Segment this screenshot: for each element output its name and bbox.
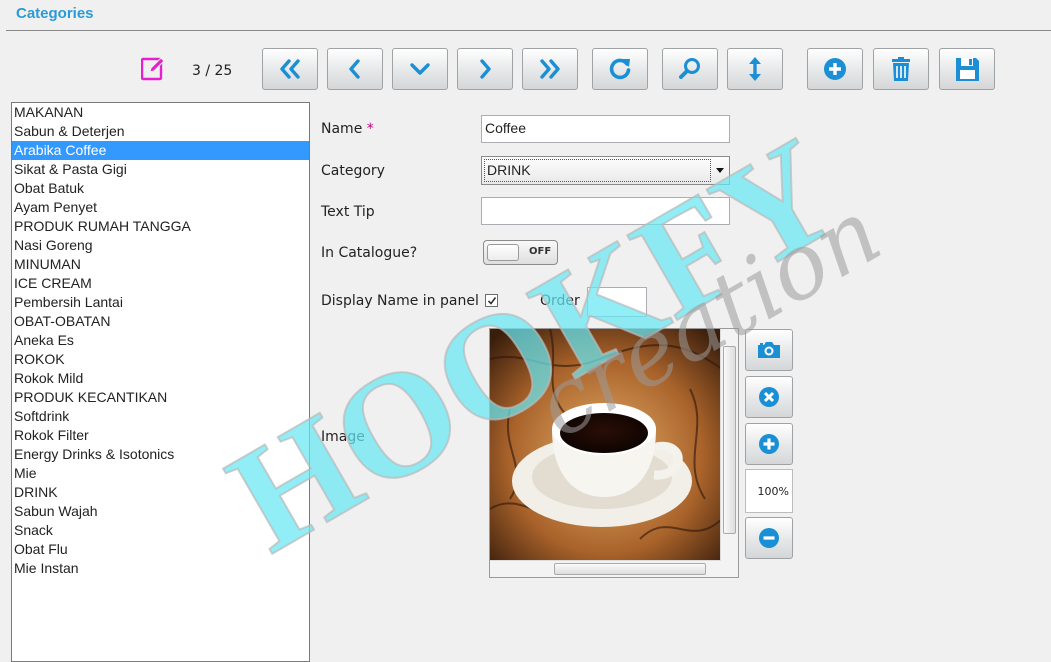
reload-icon — [609, 58, 631, 80]
toggle-knob — [487, 244, 519, 261]
list-item[interactable]: OBAT-OBATAN — [12, 312, 309, 331]
list-item[interactable]: Obat Flu — [12, 540, 309, 559]
camera-icon — [758, 342, 780, 358]
minus-circle-icon — [759, 528, 779, 548]
image-label: Image — [321, 429, 365, 445]
list-item[interactable]: PRODUK KECANTIKAN — [12, 388, 309, 407]
dropdown-arrow-icon — [716, 168, 724, 173]
page-title: Categories — [16, 5, 94, 22]
vertical-arrows-icon — [749, 57, 761, 81]
trash-icon — [892, 57, 910, 81]
remove-image-button[interactable] — [745, 376, 793, 418]
in-catalogue-label: In Catalogue? — [321, 245, 418, 261]
save-icon — [956, 58, 979, 81]
first-record-button[interactable] — [262, 48, 318, 90]
category-select-value: DRINK — [484, 159, 711, 182]
order-input[interactable] — [587, 287, 647, 317]
list-item[interactable]: Ayam Penyet — [12, 198, 309, 217]
list-item[interactable]: Sabun Wajah — [12, 502, 309, 521]
list-item[interactable]: Softdrink — [12, 407, 309, 426]
category-label: Category — [321, 163, 385, 179]
chevron-right-icon — [480, 59, 491, 79]
double-chevron-right-icon — [540, 59, 560, 79]
list-item[interactable]: Mie — [12, 464, 309, 483]
search-button[interactable] — [662, 48, 718, 90]
list-item[interactable]: Mie Instan — [12, 559, 309, 578]
order-label: Order — [540, 293, 580, 309]
list-item[interactable]: Rokok Mild — [12, 369, 309, 388]
plus-circle-icon — [824, 58, 846, 80]
list-item[interactable]: MINUMAN — [12, 255, 309, 274]
title-divider — [6, 30, 1051, 31]
close-circle-icon — [759, 387, 779, 407]
list-item[interactable]: ROKOK — [12, 350, 309, 369]
list-item[interactable]: Sabun & Deterjen — [12, 122, 309, 141]
load-image-button[interactable] — [745, 329, 793, 371]
list-item[interactable]: Arabika Coffee — [12, 141, 309, 160]
list-item[interactable]: PRODUK RUMAH TANGGA — [12, 217, 309, 236]
chevron-down-icon — [410, 63, 430, 75]
reload-button[interactable] — [592, 48, 648, 90]
list-item[interactable]: ICE CREAM — [12, 274, 309, 293]
scroll-corner — [721, 561, 738, 577]
text-tip-input[interactable] — [481, 197, 730, 225]
coffee-cup-image — [490, 329, 722, 561]
vertical-scroll-thumb[interactable] — [723, 346, 736, 534]
save-button[interactable] — [939, 48, 995, 90]
zoom-level: 100% — [745, 469, 793, 513]
list-item[interactable]: Pembersih Lantai — [12, 293, 309, 312]
list-item[interactable]: Energy Drinks & Isotonics — [12, 445, 309, 464]
search-icon — [679, 58, 700, 79]
horizontal-scroll-thumb[interactable] — [554, 563, 706, 575]
category-select[interactable]: DRINK — [481, 156, 730, 185]
display-name-checkbox[interactable] — [485, 294, 498, 307]
image-viewer[interactable] — [489, 328, 739, 578]
required-mark: * — [366, 121, 374, 137]
last-record-button[interactable] — [522, 48, 578, 90]
chevron-left-icon — [349, 59, 360, 79]
zoom-out-button[interactable] — [745, 517, 793, 559]
record-counter: 3 / 25 — [192, 63, 233, 79]
delete-button[interactable] — [873, 48, 929, 90]
horizontal-scrollbar[interactable] — [490, 560, 721, 577]
plus-circle-icon — [759, 434, 779, 454]
sort-button[interactable] — [727, 48, 783, 90]
list-item[interactable]: Nasi Goreng — [12, 236, 309, 255]
category-list[interactable]: MAKANAN Sabun & Deterjen Arabika Coffee Sik… — [11, 102, 310, 662]
display-name-label: Display Name in panel — [321, 293, 479, 309]
list-item[interactable]: Rokok Filter — [12, 426, 309, 445]
list-item[interactable]: MAKANAN — [12, 103, 309, 122]
text-tip-label: Text Tip — [321, 204, 375, 220]
vertical-scrollbar[interactable] — [720, 329, 738, 561]
list-item[interactable]: Snack — [12, 521, 309, 540]
next-record-button[interactable] — [457, 48, 513, 90]
double-chevron-left-icon — [280, 59, 300, 79]
list-item[interactable]: Sikat & Pasta Gigi — [12, 160, 309, 179]
name-input[interactable]: Coffee — [481, 115, 730, 143]
name-label: Name * — [321, 121, 374, 137]
in-catalogue-toggle[interactable]: OFF — [483, 240, 558, 265]
toggle-state: OFF — [529, 246, 552, 257]
list-item[interactable]: Aneka Es — [12, 331, 309, 350]
list-item[interactable]: DRINK — [12, 483, 309, 502]
previous-record-button[interactable] — [327, 48, 383, 90]
add-button[interactable] — [807, 48, 863, 90]
zoom-in-button[interactable] — [745, 423, 793, 465]
list-item[interactable]: Obat Batuk — [12, 179, 309, 198]
down-button[interactable] — [392, 48, 448, 90]
edit-icon — [141, 57, 165, 81]
checkmark-icon — [487, 297, 497, 305]
